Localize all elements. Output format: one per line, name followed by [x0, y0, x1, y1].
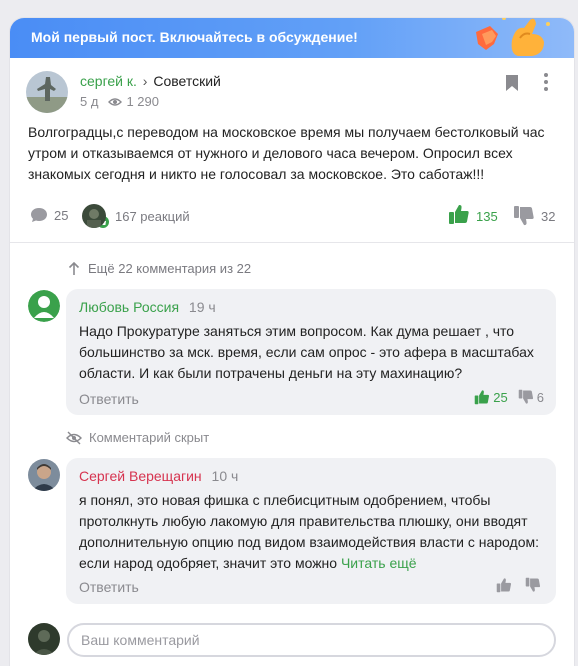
bookmark-icon[interactable] [505, 74, 519, 92]
comment-like-button[interactable]: 25 [474, 389, 508, 405]
avatar-image [28, 459, 60, 491]
comment-dislike-button[interactable] [525, 577, 544, 593]
user-placeholder-icon [28, 290, 60, 322]
comment-author[interactable]: Любовь Россия [79, 299, 179, 315]
comment-dislike-button[interactable]: 6 [518, 389, 544, 405]
comment-votes [486, 577, 544, 593]
author-line: сергей к. › Советский [80, 73, 221, 89]
comment-like-button[interactable] [496, 577, 515, 593]
eye-off-icon [66, 431, 82, 444]
views-icon [108, 97, 123, 106]
comment-input[interactable] [69, 625, 554, 655]
post-stats: 25 167 реакций 135 32 [10, 201, 574, 231]
reply-button[interactable]: Ответить [79, 391, 139, 407]
post-meta: 5 д 1 290 [80, 94, 159, 109]
reactor-avatar [82, 204, 106, 228]
more-options-icon[interactable] [543, 72, 549, 92]
avatar-image [26, 71, 68, 113]
comment-bubble: Любовь Россия 19 ч Надо Прокуратуре заня… [66, 289, 556, 415]
comment-text: я понял, это новая фишка с плебисцитным … [79, 490, 545, 574]
chevron-right-icon: › [142, 73, 148, 89]
reaction-hands-icon [476, 18, 550, 56]
comment-header: Любовь Россия 19 ч [79, 299, 216, 315]
comment-text: Надо Прокуратуре заняться этим вопросом.… [79, 323, 534, 381]
dislike-button[interactable]: 32 [513, 205, 555, 227]
reactions-count: 167 реакций [115, 208, 190, 224]
comment-header: Сергей Верещагин 10 ч [79, 468, 238, 484]
dislike-count: 32 [541, 208, 556, 224]
read-more-link[interactable]: Читать ещё [341, 555, 417, 571]
banner-title: Мой первый пост. Включайтесь в обсуждени… [31, 29, 358, 45]
hidden-comment-note: Комментарий скрыт [66, 430, 209, 445]
comments-count: 25 [54, 207, 69, 223]
commenter-avatar[interactable] [28, 290, 60, 322]
current-user-avatar[interactable] [28, 623, 60, 655]
more-comments-label: Ещё 22 комментария из 22 [88, 261, 252, 276]
like-count: 135 [476, 208, 498, 224]
author-avatar[interactable] [26, 71, 68, 113]
thumbs-down-icon [525, 577, 541, 592]
show-more-comments[interactable]: Ещё 22 комментария из 22 [68, 261, 251, 276]
reactor-avatar-image [82, 204, 106, 228]
post-banner: Мой первый пост. Включайтесь в обсуждени… [10, 18, 574, 58]
thumbs-down-icon [518, 389, 533, 404]
reactions-button[interactable]: 167 реакций [82, 204, 190, 228]
reply-button[interactable]: Ответить [79, 579, 139, 595]
comment-like-count: 25 [493, 389, 508, 405]
post-age: 5 д [80, 94, 99, 109]
thumbs-down-icon [514, 206, 534, 226]
divider [10, 242, 574, 243]
comment-bubble: Сергей Верещагин 10 ч я понял, это новая… [66, 458, 556, 604]
post-header: сергей к. › Советский 5 д 1 290 [10, 58, 574, 124]
comment-votes: 25 6 [464, 389, 544, 405]
comment-input-wrapper [67, 623, 556, 657]
thumbs-up-icon [475, 390, 490, 405]
commenter-avatar[interactable] [28, 459, 60, 491]
comment-dislike-count: 6 [536, 389, 544, 405]
author-name[interactable]: сергей к. [80, 73, 137, 89]
views-count: 1 290 [126, 94, 159, 109]
arrow-up-icon [68, 261, 80, 275]
thumbs-up-icon [449, 204, 469, 224]
post-card: Мой первый пост. Включайтесь в обсуждени… [10, 18, 574, 666]
avatar-image [28, 623, 60, 655]
comment-time: 10 ч [211, 468, 239, 484]
comment-icon [31, 208, 47, 222]
comments-button[interactable]: 25 [30, 207, 68, 223]
post-text: Волгоградцы,с переводом на московское вр… [28, 124, 545, 182]
author-location[interactable]: Советский [153, 73, 221, 89]
comment-text-body: я понял, это новая фишка с плебисцитным … [79, 492, 539, 571]
comment-time: 19 ч [188, 299, 216, 315]
comment-author[interactable]: Сергей Верещагин [79, 468, 202, 484]
like-button[interactable]: 135 [448, 203, 498, 225]
hidden-comment-label: Комментарий скрыт [89, 430, 210, 445]
thumbs-up-icon [496, 578, 512, 593]
